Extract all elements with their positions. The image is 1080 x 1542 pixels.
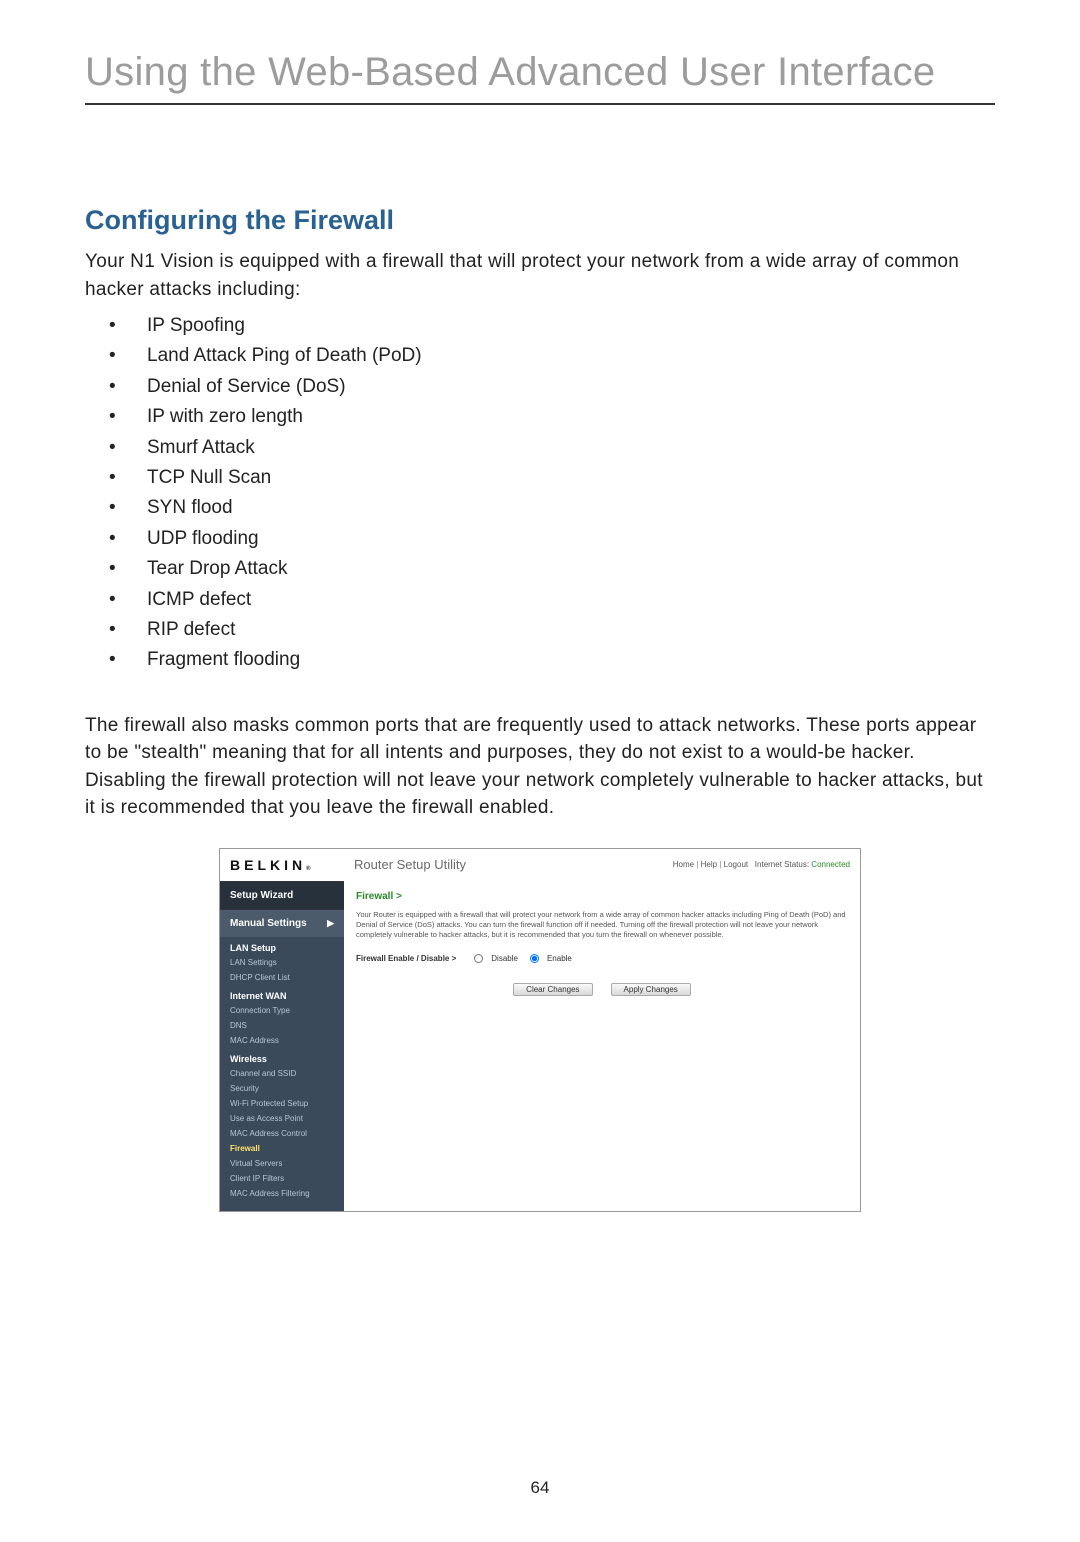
list-item: Land Attack Ping of Death (PoD) [85,341,995,371]
firewall-enable-radio[interactable] [530,954,539,963]
sidebar-cat-wan: Internet WAN [220,985,344,1003]
sidebar-item-mac-address[interactable]: MAC Address [220,1033,344,1048]
button-row: Clear Changes Apply Changes [356,983,848,996]
sidebar-item-security[interactable]: Security [220,1081,344,1096]
chevron-right-icon: ▶ [327,918,334,929]
list-item: SYN flood [85,493,995,523]
sidebar-item-connection-type[interactable]: Connection Type [220,1003,344,1018]
breadcrumb: Firewall > [356,891,848,902]
router-ui-screenshot: BELKIN® Router Setup Utility Home | Help… [219,848,861,1212]
sidebar-item-wps[interactable]: Wi-Fi Protected Setup [220,1096,344,1111]
status-label: Internet Status: [755,860,809,869]
firewall-description: Your Router is equipped with a firewall … [356,910,848,940]
disable-label: Disable [491,954,518,963]
sidebar-item-client-ip-filters[interactable]: Client IP Filters [220,1171,344,1186]
list-item: Tear Drop Attack [85,554,995,584]
firewall-toggle-row: Firewall Enable / Disable > Disable Enab… [356,954,848,963]
apply-changes-button[interactable]: Apply Changes [611,983,691,996]
brand-suffix: ® [306,866,310,872]
list-item: ICMP defect [85,585,995,615]
sidebar-item-mac-filtering[interactable]: MAC Address Filtering [220,1186,344,1201]
paragraph-2: The firewall also masks common ports tha… [85,712,995,822]
help-link[interactable]: Help [701,860,717,869]
brand-logo: BELKIN® [230,857,344,873]
content-panel: Firewall > Your Router is equipped with … [344,881,860,1211]
page-title: Using the Web-Based Advanced User Interf… [85,50,995,105]
sidebar-item-use-as-ap[interactable]: Use as Access Point [220,1111,344,1126]
manual-page: Using the Web-Based Advanced User Interf… [0,0,1080,1542]
sidebar-item-mac-control[interactable]: MAC Address Control [220,1126,344,1141]
list-item: IP Spoofing [85,311,995,341]
list-item: Denial of Service (DoS) [85,372,995,402]
home-link[interactable]: Home [673,860,694,869]
sidebar: Setup Wizard Manual Settings▶ LAN Setup … [220,881,344,1211]
sidebar-item-lan-settings[interactable]: LAN Settings [220,955,344,970]
list-item: Smurf Attack [85,433,995,463]
setup-wizard-button[interactable]: Setup Wizard [220,881,344,909]
list-item: IP with zero length [85,402,995,432]
sidebar-item-virtual-servers[interactable]: Virtual Servers [220,1156,344,1171]
sidebar-item-dns[interactable]: DNS [220,1018,344,1033]
page-number: 64 [0,1478,1080,1498]
clear-changes-button[interactable]: Clear Changes [513,983,592,996]
list-item: Fragment flooding [85,645,995,675]
utility-title: Router Setup Utility [354,857,466,872]
sidebar-cat-wireless: Wireless [220,1048,344,1066]
sidebar-cat-lan: LAN Setup [220,937,344,955]
list-item: UDP flooding [85,524,995,554]
sidebar-item-channel-ssid[interactable]: Channel and SSID [220,1066,344,1081]
attack-list: IP Spoofing Land Attack Ping of Death (P… [85,311,995,676]
status-value: Connected [811,860,850,869]
intro-paragraph: Your N1 Vision is equipped with a firewa… [85,248,995,303]
top-links: Home | Help | Logout Internet Status: Co… [673,860,850,869]
section-title: Configuring the Firewall [85,205,995,236]
brand-text: BELKIN [230,857,306,873]
sidebar-item-dhcp-client-list[interactable]: DHCP Client List [220,970,344,985]
logout-link[interactable]: Logout [724,860,748,869]
manual-settings-button[interactable]: Manual Settings▶ [220,909,344,937]
firewall-toggle-label: Firewall Enable / Disable > [356,954,456,963]
router-header: BELKIN® Router Setup Utility Home | Help… [220,849,860,881]
firewall-disable-radio[interactable] [474,954,483,963]
enable-label: Enable [547,954,572,963]
list-item: TCP Null Scan [85,463,995,493]
sidebar-item-firewall[interactable]: Firewall [220,1141,344,1156]
list-item: RIP defect [85,615,995,645]
